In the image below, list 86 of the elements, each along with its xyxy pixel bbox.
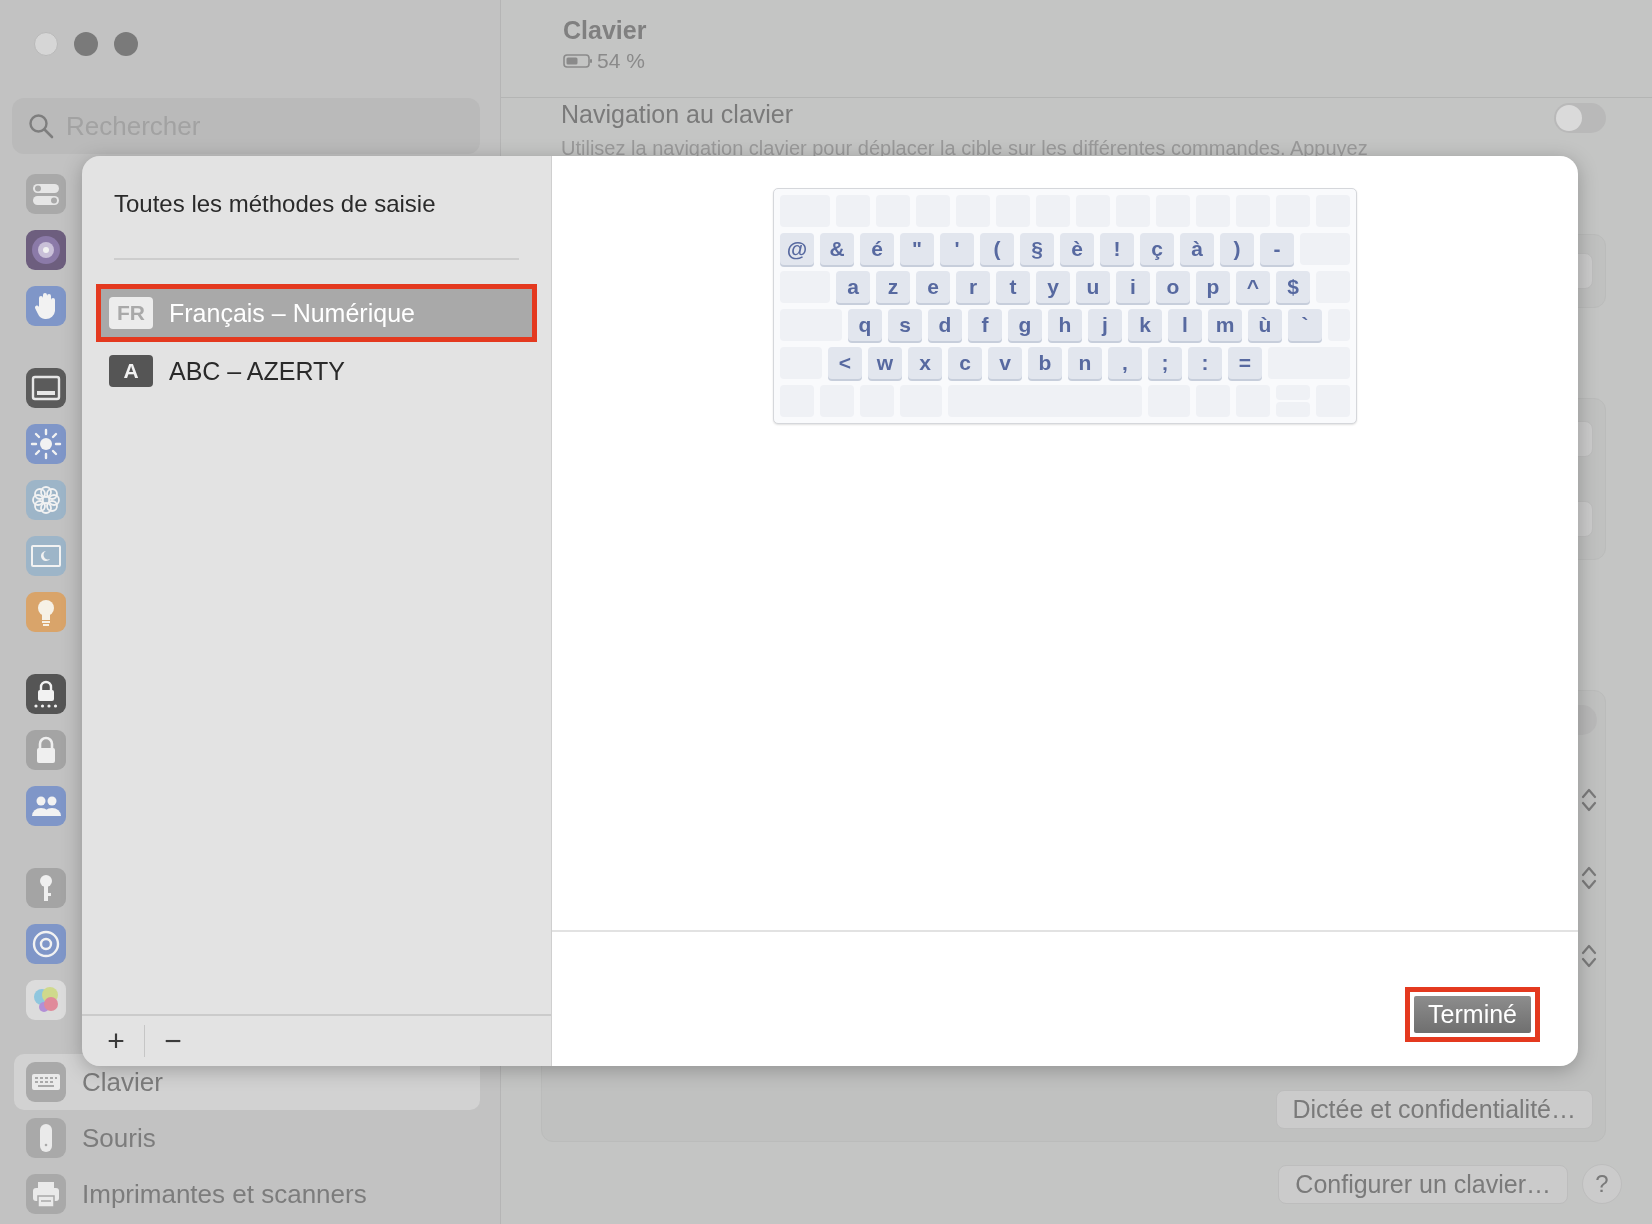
- help-button[interactable]: ?: [1582, 1164, 1622, 1204]
- flower-icon[interactable]: [26, 480, 66, 520]
- lightbulb-icon[interactable]: [26, 592, 66, 632]
- hand-icon[interactable]: [26, 286, 66, 326]
- key-cap: t: [996, 271, 1030, 303]
- key-cap: u: [1076, 271, 1110, 303]
- key-cap: (: [980, 233, 1014, 265]
- key-cap: <: [828, 347, 862, 379]
- key-cap: m: [1208, 309, 1242, 341]
- key-cap: d: [928, 309, 962, 341]
- key-cap: @: [780, 233, 814, 265]
- key-cap: e: [916, 271, 950, 303]
- key-cap: v: [988, 347, 1022, 379]
- search-icon: [28, 113, 54, 139]
- key-cap: p: [1196, 271, 1230, 303]
- key-cap: ^: [1236, 271, 1270, 303]
- input-source-badge: A: [109, 355, 153, 387]
- key-cap: o: [1156, 271, 1190, 303]
- key-cap: b: [1028, 347, 1062, 379]
- battery-icon: [563, 54, 593, 68]
- lock-icon[interactable]: [26, 674, 66, 714]
- zoom-window-button[interactable]: [114, 32, 138, 56]
- dictation-privacy-button[interactable]: Dictée et confidentialité…: [1275, 1090, 1593, 1129]
- key-cap: è: [1060, 233, 1094, 265]
- up-down-chevron-icon[interactable]: [1581, 865, 1597, 891]
- key-cap: g: [1008, 309, 1042, 341]
- key-cap: k: [1128, 309, 1162, 341]
- key-cap: $: [1276, 271, 1310, 303]
- screen-moon-icon[interactable]: [26, 536, 66, 576]
- toggle-switch[interactable]: [1554, 103, 1606, 133]
- input-source-item[interactable]: FR Français – Numérique: [101, 289, 532, 337]
- key-cap: ): [1220, 233, 1254, 265]
- key-cap: à: [1180, 233, 1214, 265]
- key-cap: a: [836, 271, 870, 303]
- toggles-icon[interactable]: [26, 174, 66, 214]
- battery-level: 54 %: [597, 49, 645, 73]
- sidebar-item[interactable]: Imprimantes et scanners: [14, 1166, 480, 1222]
- mouse-icon: [26, 1118, 66, 1158]
- sun-icon[interactable]: [26, 424, 66, 464]
- key-cap: f: [968, 309, 1002, 341]
- key-cap: -: [1260, 233, 1294, 265]
- key-cap: ': [940, 233, 974, 265]
- key-cap: ù: [1248, 309, 1282, 341]
- key-cap: ": [900, 233, 934, 265]
- printer-icon: [26, 1174, 66, 1214]
- key-cap: :: [1188, 347, 1222, 379]
- done-button[interactable]: Terminé: [1414, 996, 1531, 1033]
- key-cap: !: [1100, 233, 1134, 265]
- key-cap: x: [908, 347, 942, 379]
- key-cap: w: [868, 347, 902, 379]
- key-cap: q: [848, 309, 882, 341]
- key-cap: §: [1020, 233, 1054, 265]
- orb-icon[interactable]: [26, 230, 66, 270]
- keyboard-icon: [26, 1062, 66, 1102]
- key-cap: `: [1288, 309, 1322, 341]
- display-icon[interactable]: [26, 368, 66, 408]
- configure-keyboard-button[interactable]: Configurer un clavier…: [1278, 1164, 1568, 1204]
- key-cap: é: [860, 233, 894, 265]
- sidebar-item[interactable]: Souris: [14, 1110, 480, 1166]
- page-title: Clavier: [563, 16, 648, 45]
- key-cap: ;: [1148, 347, 1182, 379]
- input-source-badge: FR: [109, 297, 153, 329]
- close-window-button[interactable]: [34, 32, 58, 56]
- key-cap: s: [888, 309, 922, 341]
- key-cap: l: [1168, 309, 1202, 341]
- minimize-window-button[interactable]: [74, 32, 98, 56]
- people-icon[interactable]: [26, 786, 66, 826]
- key-cap: h: [1048, 309, 1082, 341]
- key-cap: c: [948, 347, 982, 379]
- sheet-title: Toutes les méthodes de saisie: [114, 190, 437, 218]
- key-cap: i: [1116, 271, 1150, 303]
- up-down-chevron-icon[interactable]: [1581, 787, 1597, 813]
- key-cap: z: [876, 271, 910, 303]
- setting-label: Navigation au clavier: [561, 100, 795, 129]
- key-cap: n: [1068, 347, 1102, 379]
- input-source-item[interactable]: A ABC – AZERTY: [101, 347, 532, 395]
- key-icon[interactable]: [26, 868, 66, 908]
- key-cap: y: [1036, 271, 1070, 303]
- up-down-chevron-icon[interactable]: [1581, 943, 1597, 969]
- key-cap: =: [1228, 347, 1262, 379]
- key-cap: ,: [1108, 347, 1142, 379]
- key-cap: &: [820, 233, 854, 265]
- bubbles-icon[interactable]: [26, 980, 66, 1020]
- key-cap: ç: [1140, 233, 1174, 265]
- key-cap: j: [1088, 309, 1122, 341]
- key-cap: r: [956, 271, 990, 303]
